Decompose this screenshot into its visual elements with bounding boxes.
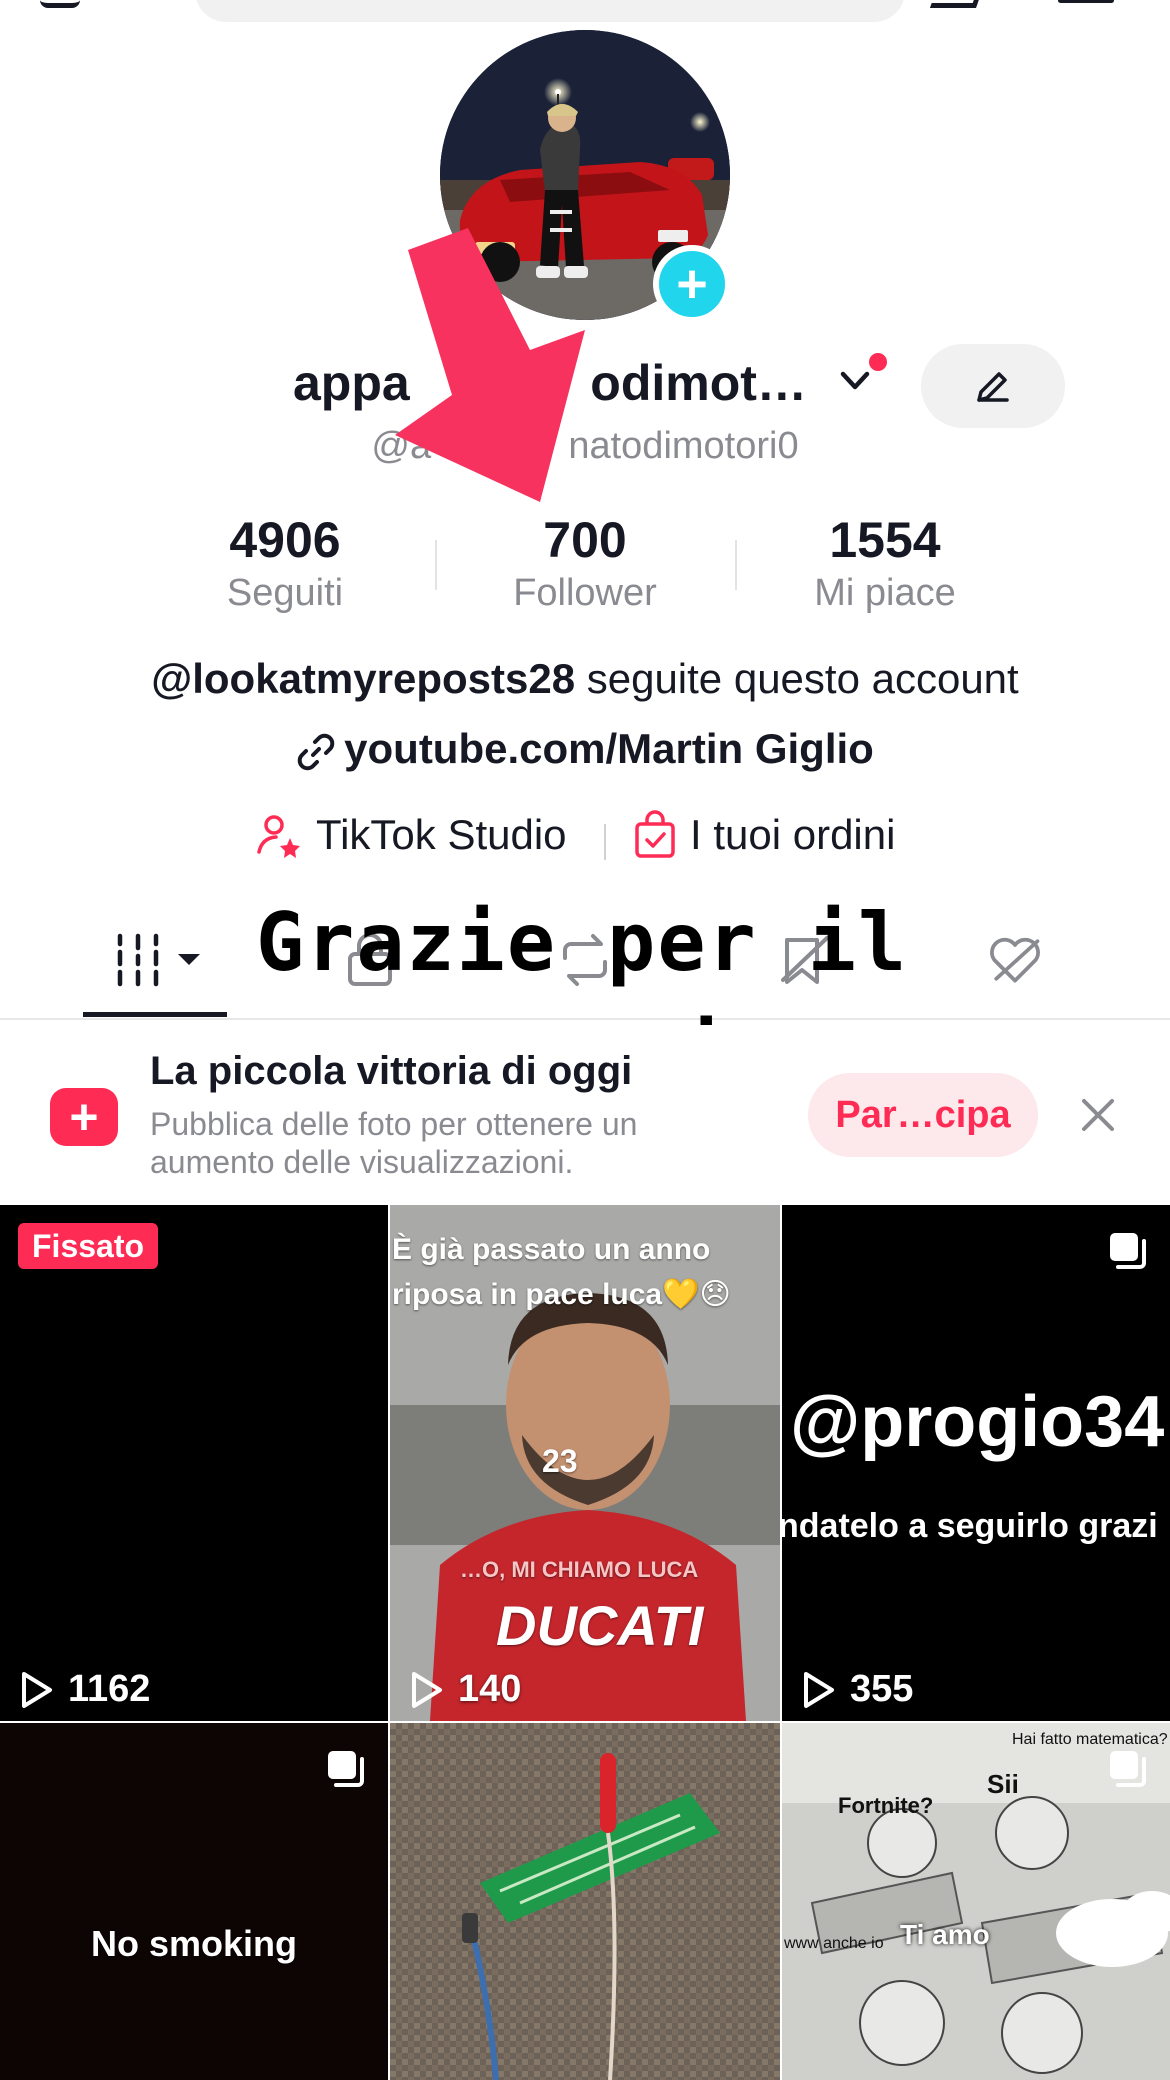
edit-profile-button[interactable] bbox=[921, 344, 1065, 428]
multi-photo-icon bbox=[1110, 1233, 1146, 1269]
heart-hidden-icon bbox=[990, 937, 1040, 983]
video-caption-small: ndatelo a seguirlo grazi bbox=[782, 1507, 1158, 1545]
play-icon bbox=[22, 1671, 52, 1708]
banner-title: La piccola vittoria di oggi bbox=[150, 1049, 633, 1093]
multi-photo-icon bbox=[328, 1751, 364, 1787]
following-count: 4906 bbox=[229, 512, 341, 568]
video-caption-bottom: riposa in pace luca💛😞 bbox=[392, 1278, 731, 1311]
creator-tools: TikTok Studio I tuoi ordini bbox=[0, 810, 1170, 870]
top-pill[interactable] bbox=[195, 0, 905, 22]
orders-label: I tuoi ordini bbox=[690, 811, 896, 858]
video-caption-top: È già passato un anno bbox=[392, 1233, 711, 1266]
view-count-value: 140 bbox=[458, 1668, 522, 1710]
overlay-text-line1: Grazie per il bbox=[256, 896, 909, 989]
bio-suffix: seguite questo account bbox=[575, 655, 1019, 702]
chevron-down-icon[interactable] bbox=[838, 364, 872, 398]
shirt-text: …O, MI CHIAMO LUCA bbox=[460, 1557, 699, 1582]
top-bar bbox=[0, 0, 1170, 24]
sketch-caption: www anche io bbox=[784, 1935, 884, 1952]
video-tile[interactable]: È già passato un anno riposa in pace luc… bbox=[390, 1205, 780, 1721]
view-count-value: 1162 bbox=[68, 1668, 151, 1710]
sketch-caption: Ti amo bbox=[900, 1919, 990, 1950]
play-icon bbox=[804, 1671, 834, 1708]
pink-arrow-annotation bbox=[395, 228, 585, 502]
play-icon bbox=[412, 1671, 442, 1708]
add-avatar-plus-icon[interactable]: + bbox=[653, 245, 731, 323]
shirt-brand: DUCATI bbox=[496, 1594, 704, 1657]
share-icon[interactable] bbox=[929, 0, 987, 8]
sketch-caption: Fortnite? bbox=[838, 1793, 934, 1818]
followers-label: Follower bbox=[513, 572, 657, 614]
stat-following[interactable]: 4906 Seguiti bbox=[135, 510, 435, 616]
view-count-value: 355 bbox=[850, 1668, 914, 1710]
shopping-bag-icon bbox=[635, 810, 675, 858]
profile-stats: 4906 Seguiti 700 Follower 1554 Mi piace bbox=[135, 510, 1035, 620]
pinned-badge: Fissato bbox=[18, 1223, 159, 1269]
grid-filter-icon bbox=[117, 933, 200, 987]
add-photo-icon: + bbox=[50, 1088, 118, 1146]
following-label: Seguiti bbox=[226, 572, 344, 614]
video-tile[interactable] bbox=[390, 1723, 780, 2080]
banner-description: Pubblica delle foto per ottenere un aume… bbox=[150, 1106, 638, 1180]
view-count: 355 bbox=[800, 1668, 913, 1711]
multi-photo-icon bbox=[1110, 1751, 1146, 1787]
video-tile[interactable]: No smoking bbox=[0, 1723, 388, 2080]
pencil-icon bbox=[977, 372, 1009, 402]
video-overlay-number: 23 bbox=[542, 1443, 578, 1479]
tab-liked[interactable] bbox=[985, 930, 1045, 990]
bio-link-text: youtube.com/Martin Giglio bbox=[344, 725, 874, 772]
bio-mention[interactable]: @lookatmyreposts28 bbox=[151, 655, 575, 702]
active-tab-indicator bbox=[83, 1012, 227, 1017]
tab-videos[interactable] bbox=[110, 930, 210, 990]
tiktok-studio-link[interactable]: TikTok Studio bbox=[254, 810, 567, 860]
bio-text: @lookatmyreposts28 seguite questo accoun… bbox=[0, 655, 1170, 703]
tools-divider bbox=[604, 824, 606, 860]
video-tile[interactable]: Hai fatto matematica? Sii Fortnite? Ti a… bbox=[782, 1723, 1170, 2080]
sketch-caption: Hai fatto matematica? bbox=[1012, 1731, 1168, 1748]
menu-icon[interactable] bbox=[1058, 0, 1114, 3]
creator-star-icon bbox=[257, 815, 300, 858]
video-thumbnail bbox=[390, 1723, 780, 2080]
stat-likes[interactable]: 1554 Mi piace bbox=[735, 510, 1035, 616]
participate-button[interactable]: Par…cipa bbox=[808, 1073, 1038, 1157]
bio-link[interactable]: youtube.com/Martin Giglio bbox=[0, 725, 1170, 773]
notification-dot bbox=[866, 350, 890, 374]
video-tile[interactable]: @progio34 ndatelo a seguirlo grazi 355 bbox=[782, 1205, 1170, 1721]
promo-banner: + La piccola vittoria di oggi Pubblica d… bbox=[0, 1025, 1170, 1205]
tiktok-studio-label: TikTok Studio bbox=[316, 811, 567, 858]
likes-label: Mi piace bbox=[814, 572, 956, 614]
followers-count: 700 bbox=[543, 512, 627, 568]
close-icon[interactable] bbox=[1080, 1097, 1116, 1133]
sketch-caption: Sii bbox=[987, 1769, 1019, 1799]
view-count: 140 bbox=[408, 1668, 521, 1711]
video-grid: Fissato 1162 È già passato un anno ripos… bbox=[0, 1205, 1170, 2080]
likes-count: 1554 bbox=[829, 512, 941, 568]
video-caption: No smoking bbox=[90, 1923, 297, 1964]
add-friend-icon[interactable] bbox=[40, 0, 80, 8]
link-icon bbox=[297, 733, 335, 771]
stat-followers[interactable]: 700 Follower bbox=[435, 510, 735, 616]
orders-link[interactable]: I tuoi ordini bbox=[632, 810, 895, 860]
video-caption-big: @progio34 bbox=[790, 1382, 1165, 1462]
view-count: 1162 bbox=[18, 1668, 150, 1711]
video-tile[interactable]: Fissato 1162 bbox=[0, 1205, 388, 1721]
